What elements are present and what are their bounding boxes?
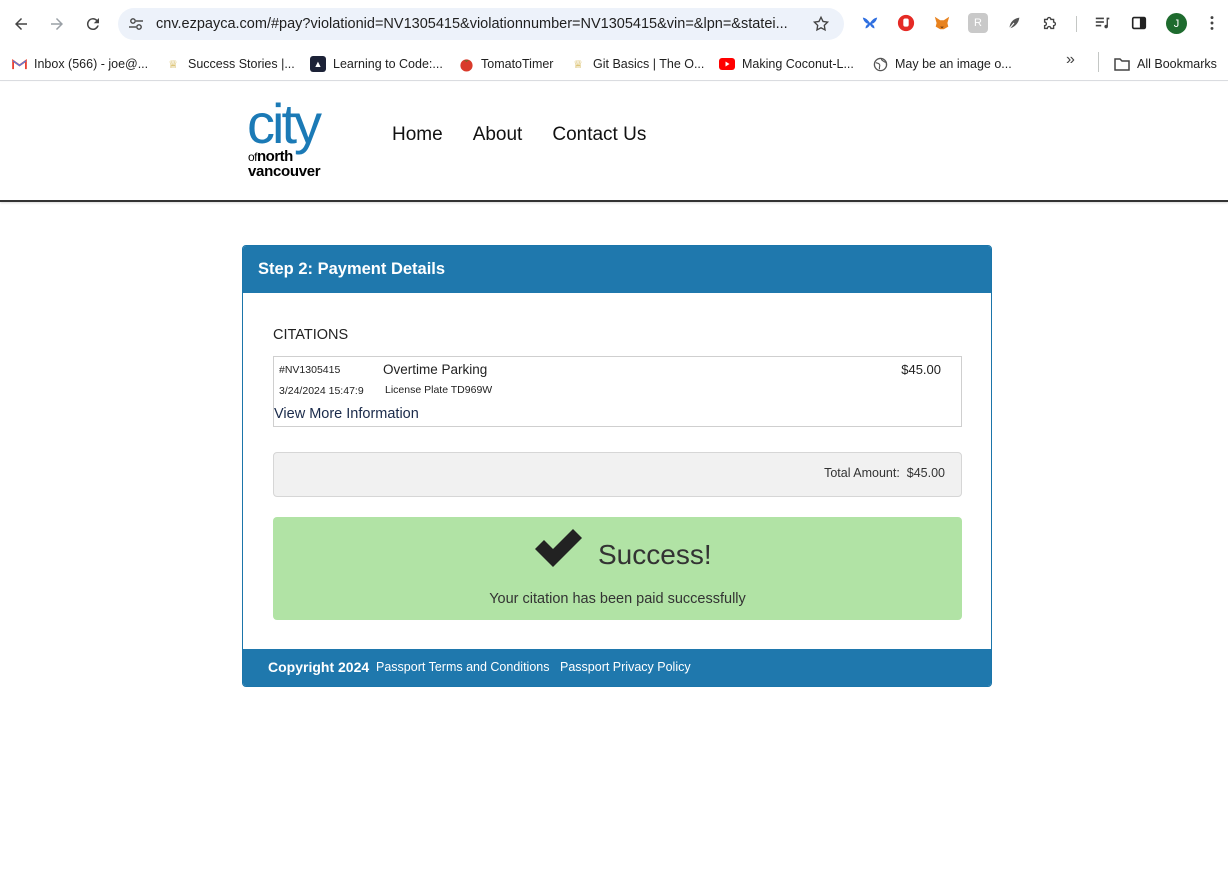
city-logo[interactable]: city ofnorth vancouver [247,96,351,182]
bookmark-label: Git Basics | The O... [593,57,705,71]
citation-amount: $45.00 [901,362,941,377]
extension-stop-icon[interactable] [896,13,916,33]
youtube-icon [719,56,735,72]
citation-plate: License Plate TD969W [385,384,493,396]
logo-city-text: city [247,92,322,155]
card-heading: Step 2: Payment Details [243,246,991,293]
bookmark-success-stories[interactable]: ♕ Success Stories |... [165,53,295,75]
privacy-link[interactable]: Passport Privacy Policy [560,660,691,674]
code-icon: ▲ [310,56,326,72]
bookmark-tomatotimer[interactable]: TomatoTimer [458,53,553,75]
bookmarks-divider [1098,52,1099,72]
checkmark-icon [535,529,582,567]
citation-description: Overtime Parking [383,362,488,377]
toolbar-divider [1076,16,1077,32]
nav-contact-link[interactable]: Contact Us [552,124,646,146]
total-amount-box: Total Amount: $45.00 [273,452,962,497]
card-footer: Copyright 2024 Passport Terms and Condit… [243,649,991,686]
success-message: Your citation has been paid successfully [489,591,746,607]
logo-vancouver-text: vancouver [248,163,321,180]
reload-icon [86,18,99,31]
site-header: city ofnorth vancouver Home About Contac… [0,82,1228,202]
bookmark-label: Inbox (566) - joe@... [34,57,149,71]
bookmark-inbox[interactable]: Inbox (566) - joe@... [11,53,148,75]
browser-toolbar: cnv.ezpayca.com/#pay?violationid=NV13054… [0,0,1228,47]
extensions-puzzle-icon[interactable] [1040,13,1060,33]
bookmark-making-coconut[interactable]: Making Coconut-L... [719,53,854,75]
citations-title: CITATIONS [273,327,349,343]
forward-button[interactable] [45,12,69,36]
address-bar[interactable]: cnv.ezpayca.com/#pay?violationid=NV13054… [118,8,844,40]
gmail-icon [11,56,27,72]
back-button[interactable] [9,12,33,36]
tomato-icon [458,56,474,72]
profile-avatar[interactable]: J [1166,13,1187,34]
folder-icon [1114,56,1130,72]
extension-feather-icon[interactable] [1004,13,1024,33]
all-bookmarks-label: All Bookmarks [1137,57,1217,71]
nav-home-link[interactable]: Home [392,124,443,146]
total-amount: Total Amount: $45.00 [824,466,945,480]
citation-number: #NV1305415 [279,364,341,376]
extension-grey-icon[interactable]: R [968,13,988,33]
bookmark-git-basics[interactable]: ♕ Git Basics | The O... [570,53,704,75]
nav-about-link[interactable]: About [473,124,523,146]
copyright-text: Copyright 2024 [268,659,370,675]
arrow-left-icon [15,18,27,30]
url-text[interactable]: cnv.ezpayca.com/#pay?violationid=NV13054… [156,8,806,40]
bookmark-label: Making Coconut-L... [742,57,854,71]
reload-button[interactable] [81,12,105,36]
citation-item: #NV1305415 Overtime Parking $45.00 3/24/… [273,356,962,427]
bookmarks-bar: Inbox (566) - joe@... ♕ Success Stories … [0,47,1228,81]
media-controls-icon[interactable] [1093,13,1113,33]
bookmark-learning-to-code[interactable]: ▲ Learning to Code:... [310,53,443,75]
bookmark-star-icon[interactable] [812,15,830,33]
citation-date: 3/24/2024 15:47:9 [279,385,364,397]
bookmarks-overflow-icon[interactable]: » [1066,51,1084,73]
extension-fox-icon[interactable] [932,13,952,33]
view-more-information-link[interactable]: View More Information [274,406,419,422]
arrow-right-icon [51,18,63,30]
bookmark-label: Success Stories |... [188,57,295,71]
bookmark-may-be-an-image[interactable]: May be an image o... [872,53,1012,75]
terms-link[interactable]: Passport Terms and Conditions [376,660,549,674]
side-panel-icon[interactable] [1129,13,1149,33]
trophy-icon: ♕ [168,58,178,71]
success-title: Success! [598,539,712,570]
globe-icon [872,56,888,72]
bookmark-label: TomatoTimer [481,57,554,71]
browser-menu-icon[interactable] [1202,13,1222,33]
bookmark-label: Learning to Code:... [333,57,443,71]
main-nav: Home About Contact Us [392,124,676,146]
site-settings-icon[interactable] [128,16,144,32]
success-alert: Success! Your citation has been paid suc… [273,517,962,620]
all-bookmarks-button[interactable]: All Bookmarks [1114,53,1217,75]
bookmark-label: May be an image o... [895,57,1012,71]
payment-details-card: Step 2: Payment Details CITATIONS #NV130… [242,245,992,687]
extension-butterfly-icon[interactable] [860,13,880,33]
trophy-icon: ♕ [573,58,583,71]
